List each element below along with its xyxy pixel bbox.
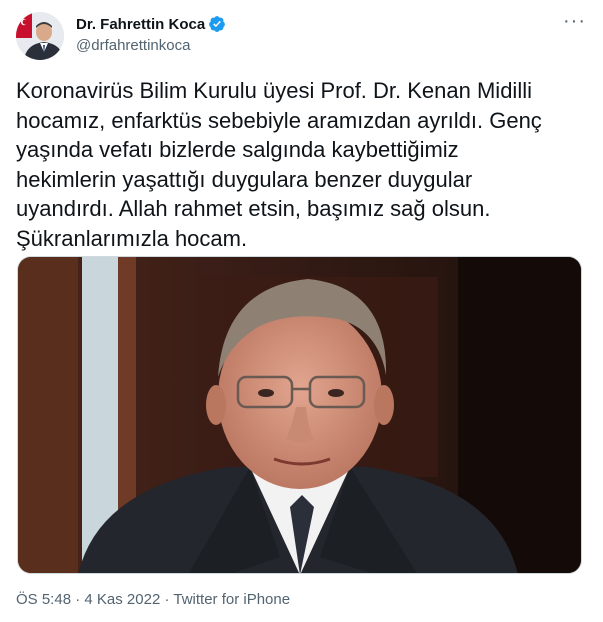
tweet-source[interactable]: Twitter for iPhone <box>173 591 290 608</box>
avatar-image <box>16 12 64 60</box>
meta-separator: · <box>71 591 85 608</box>
avatar[interactable] <box>16 12 64 60</box>
more-horizontal-icon[interactable]: ··· <box>563 11 585 34</box>
meta-separator: · <box>160 591 174 608</box>
verified-badge-icon <box>208 15 226 33</box>
tweet-card: Dr. Fahrettin Koca @drfahrettinkoca ··· … <box>0 0 603 622</box>
photo-portrait-image <box>18 257 581 573</box>
handle[interactable]: @drfahrettinkoca <box>76 36 226 56</box>
tweet-date[interactable]: 4 Kas 2022 <box>84 591 160 608</box>
tweet-meta: ÖS 5:48 · 4 Kas 2022 · Twitter for iPhon… <box>16 591 290 608</box>
tweet-text: Koronavirüs Bilim Kurulu üyesi Prof. Dr.… <box>16 78 542 251</box>
tweet-time[interactable]: ÖS 5:48 <box>16 591 71 608</box>
display-name[interactable]: Dr. Fahrettin Koca <box>76 16 205 33</box>
name-row: Dr. Fahrettin Koca <box>76 14 226 34</box>
author-block: Dr. Fahrettin Koca @drfahrettinkoca <box>76 14 226 56</box>
tweet-media-photo[interactable] <box>17 256 582 574</box>
